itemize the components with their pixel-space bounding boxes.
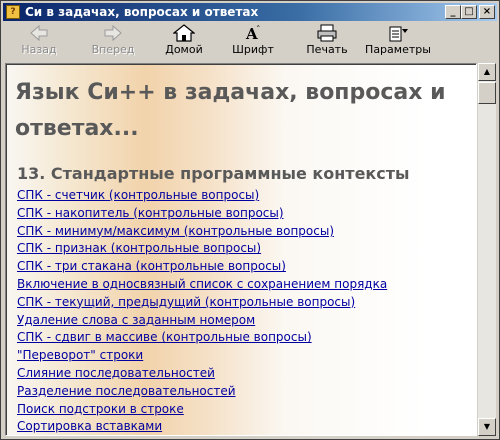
font-icon: A ˆ bbox=[245, 25, 261, 42]
topic-link[interactable]: СПК - минимум/максимум (контрольные вопр… bbox=[17, 224, 334, 238]
scroll-down-button[interactable]: ▼ bbox=[478, 418, 496, 436]
options-icon bbox=[389, 26, 408, 42]
svg-text:ˆ: ˆ bbox=[256, 25, 261, 36]
forward-button[interactable]: Вперед bbox=[83, 24, 143, 60]
font-label: Шрифт bbox=[232, 43, 274, 56]
scroll-thumb[interactable] bbox=[478, 82, 496, 104]
vertical-scrollbar[interactable]: ▲ ▼ bbox=[478, 63, 496, 436]
help-book-icon: ? bbox=[6, 5, 20, 19]
topic-link[interactable]: Поиск подстроки в строке bbox=[17, 402, 184, 416]
list-item: Поиск подстроки в строке bbox=[17, 401, 387, 419]
content-area: Язык Си++ в задачах, вопросах и ответах.… bbox=[6, 64, 476, 435]
list-item: Разделение последовательностей bbox=[17, 383, 387, 401]
list-item: СПК - счетчик (контрольные вопросы) bbox=[17, 187, 387, 205]
scroll-up-button[interactable]: ▲ bbox=[478, 63, 496, 81]
window-title: Си в задачах, вопросах и ответах bbox=[25, 5, 259, 19]
font-button[interactable]: A ˆ Шрифт bbox=[229, 24, 277, 60]
print-label: Печать bbox=[306, 43, 348, 56]
list-item: Удаление слова с заданным номером bbox=[17, 312, 387, 330]
help-content-pane: Язык Си++ в задачах, вопросах и ответах.… bbox=[5, 63, 477, 436]
back-label: Назад bbox=[21, 43, 57, 56]
topic-link-list: СПК - счетчик (контрольные вопросы) СПК … bbox=[17, 187, 387, 435]
forward-label: Вперед bbox=[91, 43, 135, 56]
page-title: Язык Си++ в задачах, вопросах и ответах.… bbox=[15, 80, 446, 141]
section-title: 13. Стандартные программные контексты bbox=[17, 164, 410, 183]
list-item: СПК - минимум/максимум (контрольные вопр… bbox=[17, 223, 387, 241]
back-arrow-icon bbox=[30, 24, 48, 42]
topic-link[interactable]: СПК - счетчик (контрольные вопросы) bbox=[17, 188, 259, 202]
topic-link[interactable]: СПК - накопитель (контрольные вопросы) bbox=[17, 206, 284, 220]
topic-link[interactable]: Включение в односвязный список с сохране… bbox=[17, 277, 387, 291]
list-item: Включение в односвязный список с сохране… bbox=[17, 276, 387, 294]
list-item: СПК - три стакана (контрольные вопросы) bbox=[17, 258, 387, 276]
topic-link[interactable]: Сортировка вставками bbox=[17, 419, 162, 433]
maximize-button[interactable]: □ bbox=[461, 5, 477, 19]
topic-link[interactable]: "Переворот" строки bbox=[17, 348, 143, 362]
help-window: ? Си в задачах, вопросах и ответах _ □ ×… bbox=[0, 0, 500, 440]
forward-arrow-icon bbox=[104, 24, 122, 42]
topic-link[interactable]: СПК - признак (контрольные вопросы) bbox=[17, 241, 261, 255]
back-button[interactable]: Назад bbox=[13, 24, 65, 60]
list-item: Сортировка вставками bbox=[17, 418, 387, 435]
options-label: Параметры bbox=[365, 43, 431, 56]
list-item: "Переворот" строки bbox=[17, 347, 387, 365]
list-item: СПК - текущий, предыдущий (контрольные в… bbox=[17, 294, 387, 312]
topic-link[interactable]: СПК - текущий, предыдущий (контрольные в… bbox=[17, 295, 355, 309]
printer-icon bbox=[317, 24, 337, 42]
list-item: СПК - сдвиг в массиве (контрольные вопро… bbox=[17, 329, 387, 347]
title-bar[interactable]: ? Си в задачах, вопросах и ответах _ □ × bbox=[3, 3, 497, 21]
topic-link[interactable]: Удаление слова с заданным номером bbox=[17, 313, 255, 327]
close-button[interactable]: × bbox=[479, 5, 495, 19]
toolbar: Назад Вперед Домой A ˆ Шрифт Печать Пара… bbox=[3, 22, 497, 62]
list-item: СПК - признак (контрольные вопросы) bbox=[17, 240, 387, 258]
home-icon bbox=[173, 24, 195, 42]
home-button[interactable]: Домой bbox=[159, 24, 209, 60]
topic-link[interactable]: Слияние последовательностей bbox=[17, 366, 215, 380]
topic-link[interactable]: СПК - сдвиг в массиве (контрольные вопро… bbox=[17, 330, 312, 344]
print-button[interactable]: Печать bbox=[301, 24, 353, 60]
topic-link[interactable]: СПК - три стакана (контрольные вопросы) bbox=[17, 259, 286, 273]
list-item: СПК - накопитель (контрольные вопросы) bbox=[17, 205, 387, 223]
options-button[interactable]: Параметры bbox=[365, 24, 431, 60]
topic-link[interactable]: Разделение последовательностей bbox=[17, 384, 236, 398]
minimize-button[interactable]: _ bbox=[445, 5, 461, 19]
home-label: Домой bbox=[165, 43, 203, 56]
list-item: Слияние последовательностей bbox=[17, 365, 387, 383]
